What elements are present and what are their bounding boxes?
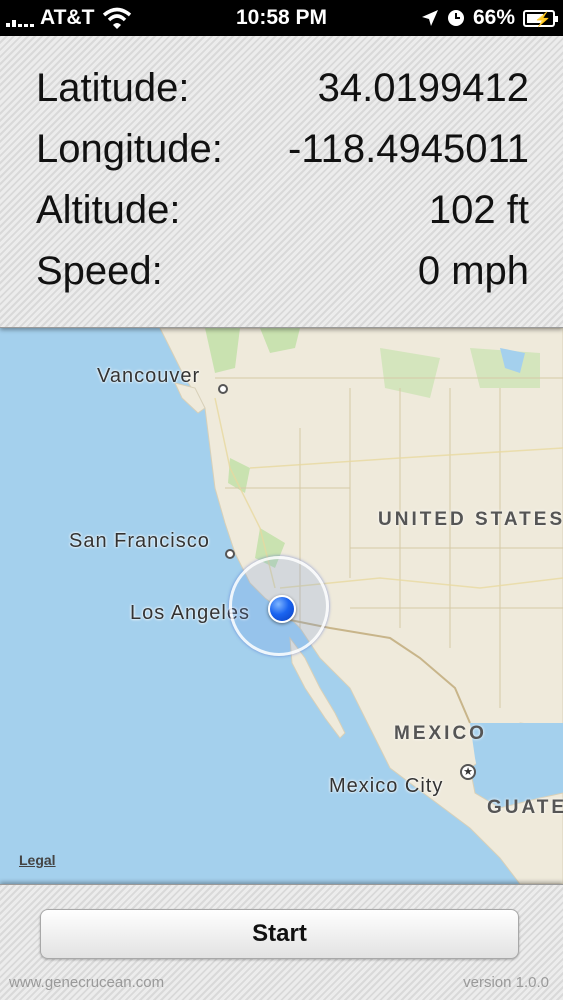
country-label-guatemala: GUATE [487, 797, 563, 818]
longitude-label: Longitude: [36, 127, 223, 171]
speed-row: Speed: 0 mph [36, 249, 529, 299]
bottom-panel: Start www.genecrucean.com version 1.0.0 [0, 884, 563, 1000]
city-marker-vancouver[interactable] [218, 384, 228, 394]
status-right: 66% ⚡ [421, 6, 558, 30]
city-label-san-francisco[interactable]: San Francisco [69, 530, 210, 553]
map-view[interactable]: Vancouver San Francisco Los Angeles UNIT… [0, 328, 563, 884]
country-label-united-states: UNITED STATES [378, 509, 563, 530]
altitude-row: Altitude: 102 ft [36, 188, 529, 238]
longitude-row: Longitude: -118.4945011 [36, 127, 529, 177]
battery-charging-icon: ⚡ [523, 9, 558, 27]
capital-star-icon[interactable]: ★ [460, 764, 476, 780]
alarm-clock-icon [447, 10, 464, 26]
longitude-value: -118.4945011 [288, 127, 529, 171]
country-label-mexico: MEXICO [394, 723, 487, 744]
website-label: www.genecrucean.com [9, 974, 165, 991]
speed-value: 0 mph [417, 249, 529, 293]
latitude-label: Latitude: [36, 66, 190, 110]
latitude-row: Latitude: 34.0199412 [36, 66, 529, 116]
start-button[interactable]: Start [40, 909, 519, 959]
location-arrow-icon [421, 10, 438, 26]
city-marker-san-francisco[interactable] [225, 549, 235, 559]
altitude-value: 102 ft [428, 188, 529, 232]
battery-percent: 66% [472, 6, 515, 29]
altitude-label: Altitude: [36, 188, 181, 232]
version-label: version 1.0.0 [463, 974, 549, 991]
status-bar: AT&T 10:58 PM 66% ⚡ [0, 0, 563, 36]
speed-label: Speed: [36, 249, 163, 293]
latitude-value: 34.0199412 [317, 66, 529, 110]
city-label-vancouver[interactable]: Vancouver [97, 365, 200, 388]
charging-bolt-icon: ⚡ [534, 10, 552, 27]
location-info-panel: Latitude: 34.0199412 Longitude: -118.494… [0, 36, 563, 328]
current-location-pin-icon[interactable] [268, 595, 296, 623]
legal-link[interactable]: Legal [19, 852, 56, 868]
city-label-mexico-city[interactable]: Mexico City [329, 775, 443, 798]
